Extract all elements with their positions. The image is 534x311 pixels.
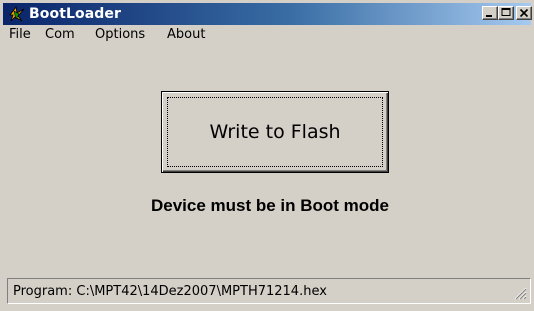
close-button[interactable]: [516, 6, 532, 20]
minimize-icon: [486, 15, 492, 17]
menu-file[interactable]: File: [9, 25, 31, 45]
maximize-icon: [501, 8, 511, 16]
bootloader-window: BootLoader File Com Options About Write …: [0, 0, 534, 311]
write-to-flash-button[interactable]: Write to Flash: [161, 91, 389, 173]
resize-grip-icon[interactable]: [513, 286, 527, 300]
program-path-text: Program: C:\MPT42\14Dez2007\MPTH71214.he…: [13, 284, 327, 299]
minimize-button[interactable]: [482, 6, 498, 20]
status-bar: Program: C:\MPT42\14Dez2007\MPTH71214.he…: [7, 278, 531, 304]
menu-bar: File Com Options About: [3, 25, 531, 45]
menu-about[interactable]: About: [167, 25, 205, 45]
maximize-button[interactable]: [498, 6, 514, 20]
close-icon: [519, 8, 529, 18]
title-bar[interactable]: BootLoader: [3, 3, 532, 25]
boot-mode-message: Device must be in Boot mode: [150, 196, 390, 215]
menu-options[interactable]: Options: [95, 25, 145, 45]
menu-com[interactable]: Com: [45, 25, 75, 45]
window-title: BootLoader: [29, 6, 122, 22]
write-to-flash-label: Write to Flash: [209, 121, 341, 143]
app-logo-icon[interactable]: [8, 5, 26, 23]
